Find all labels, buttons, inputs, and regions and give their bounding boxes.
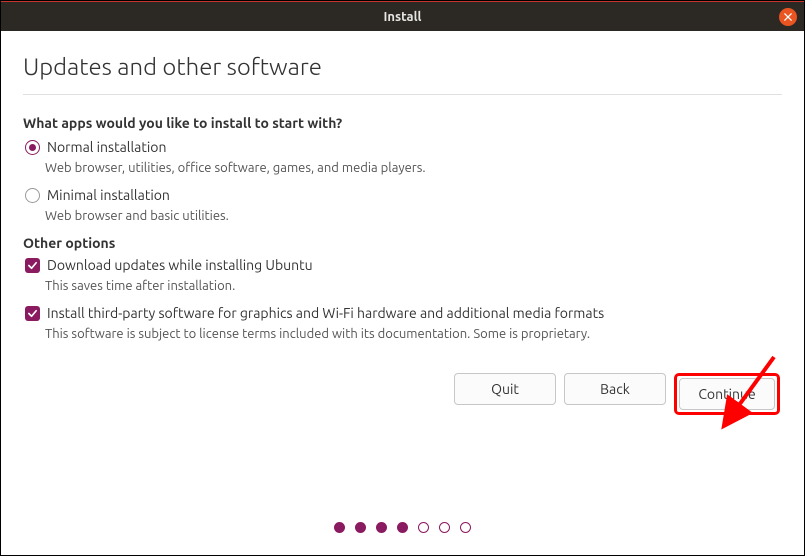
thirdparty-label: Install third-party software for graphic… xyxy=(47,305,604,321)
radio-normal[interactable] xyxy=(25,140,40,155)
close-icon xyxy=(784,13,792,21)
close-button[interactable] xyxy=(779,8,797,26)
titlebar: Install xyxy=(1,1,804,31)
progress-dot xyxy=(460,522,471,533)
radio-minimal[interactable] xyxy=(25,188,40,203)
checkbox-updates[interactable] xyxy=(25,258,40,273)
download-updates-option[interactable]: Download updates while installing Ubuntu xyxy=(25,257,782,273)
minimal-install-desc: Web browser and basic utilities. xyxy=(45,209,782,223)
minimal-install-option[interactable]: Minimal installation xyxy=(25,187,782,203)
thirdparty-desc: This software is subject to license term… xyxy=(45,327,782,341)
checkbox-thirdparty[interactable] xyxy=(25,306,40,321)
check-icon xyxy=(27,308,38,319)
thirdparty-option[interactable]: Install third-party software for graphic… xyxy=(25,305,782,321)
download-updates-desc: This saves time after installation. xyxy=(45,279,782,293)
normal-install-option[interactable]: Normal installation xyxy=(25,139,782,155)
normal-install-desc: Web browser, utilities, office software,… xyxy=(45,161,782,175)
window-title: Install xyxy=(384,10,422,24)
apps-question: What apps would you like to install to s… xyxy=(23,115,782,131)
continue-highlight: Continue xyxy=(674,373,780,415)
progress-dot xyxy=(397,522,408,533)
download-updates-label: Download updates while installing Ubuntu xyxy=(47,257,313,273)
progress-dots xyxy=(1,522,804,533)
progress-dot xyxy=(334,522,345,533)
button-row: Quit Back Continue xyxy=(23,373,782,415)
other-options-label: Other options xyxy=(23,235,782,251)
progress-dot xyxy=(376,522,387,533)
page-title: Updates and other software xyxy=(23,53,782,95)
continue-button[interactable]: Continue xyxy=(679,378,775,410)
progress-dot xyxy=(355,522,366,533)
minimal-install-label: Minimal installation xyxy=(47,187,170,203)
normal-install-label: Normal installation xyxy=(47,139,166,155)
progress-dot xyxy=(439,522,450,533)
check-icon xyxy=(27,260,38,271)
quit-button[interactable]: Quit xyxy=(454,373,556,405)
content-area: Updates and other software What apps wou… xyxy=(1,31,804,415)
back-button[interactable]: Back xyxy=(564,373,666,405)
progress-dot xyxy=(418,522,429,533)
